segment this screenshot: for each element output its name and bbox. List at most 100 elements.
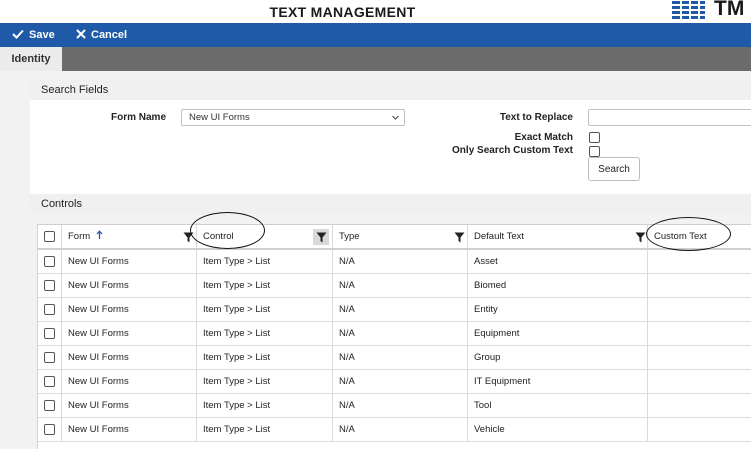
row-select-cell bbox=[38, 370, 62, 393]
cell-default-text: Asset bbox=[468, 250, 648, 273]
cell-type: N/A bbox=[333, 394, 468, 417]
form-name-select[interactable]: New UI Forms bbox=[181, 109, 405, 126]
column-header-control[interactable]: Control bbox=[197, 225, 333, 248]
cell-custom-text[interactable] bbox=[648, 418, 751, 441]
cell-default-text: Equipment bbox=[468, 322, 648, 345]
cell-custom-text[interactable] bbox=[648, 394, 751, 417]
table-row[interactable]: New UI Forms Item Type > List N/A Biomed bbox=[38, 274, 751, 298]
row-select-cell bbox=[38, 346, 62, 369]
row-select-cell bbox=[38, 298, 62, 321]
save-button-label: Save bbox=[29, 29, 55, 41]
cell-control: Item Type > List bbox=[197, 298, 333, 321]
title-bar: TEXT MANAGEMENT TM bbox=[0, 0, 751, 23]
cell-type: N/A bbox=[333, 418, 468, 441]
row-checkbox[interactable] bbox=[44, 400, 55, 411]
left-gutter bbox=[0, 71, 30, 449]
search-fields-header: Search Fields bbox=[30, 80, 751, 100]
row-checkbox[interactable] bbox=[44, 256, 55, 267]
cell-default-text: Vehicle bbox=[468, 418, 648, 441]
cell-type: N/A bbox=[333, 274, 468, 297]
cell-type: N/A bbox=[333, 250, 468, 273]
cell-default-text: IT Equipment bbox=[468, 370, 648, 393]
cell-default-text: Biomed bbox=[468, 274, 648, 297]
column-header-form-label: Form bbox=[68, 231, 91, 242]
funnel-icon[interactable] bbox=[635, 232, 646, 243]
row-select-cell bbox=[38, 274, 62, 297]
cancel-button-label: Cancel bbox=[91, 29, 128, 41]
cell-custom-text[interactable] bbox=[648, 322, 751, 345]
table-row[interactable]: New UI Forms Item Type > List N/A Group bbox=[38, 346, 751, 370]
column-header-form[interactable]: Form bbox=[62, 225, 197, 248]
action-toolbar: Save Cancel bbox=[0, 23, 751, 47]
column-header-type[interactable]: Type bbox=[333, 225, 468, 248]
cell-custom-text[interactable] bbox=[648, 250, 751, 273]
form-name-label: Form Name bbox=[110, 112, 166, 123]
row-checkbox[interactable] bbox=[44, 280, 55, 291]
controls-grid: Form Control Type Default Text Custom Te… bbox=[37, 224, 751, 449]
cell-default-text: Entity bbox=[468, 298, 648, 321]
cell-type: N/A bbox=[333, 346, 468, 369]
cell-control: Item Type > List bbox=[197, 250, 333, 273]
page-title: TEXT MANAGEMENT bbox=[269, 4, 416, 20]
funnel-icon[interactable] bbox=[454, 232, 465, 243]
cell-form: New UI Forms bbox=[62, 418, 197, 441]
table-row[interactable]: New UI Forms Item Type > List N/A Vehicle bbox=[38, 418, 751, 442]
save-button[interactable]: Save bbox=[12, 23, 55, 47]
cell-form: New UI Forms bbox=[62, 370, 197, 393]
controls-header: Controls bbox=[30, 194, 751, 214]
row-select-cell bbox=[38, 322, 62, 345]
table-row[interactable]: New UI Forms Item Type > List N/A Asset bbox=[38, 250, 751, 274]
table-row[interactable]: New UI Forms Item Type > List N/A Tool bbox=[38, 394, 751, 418]
cell-control: Item Type > List bbox=[197, 394, 333, 417]
cell-control: Item Type > List bbox=[197, 322, 333, 345]
cell-type: N/A bbox=[333, 298, 468, 321]
logo-text: TM bbox=[714, 0, 745, 20]
cell-control: Item Type > List bbox=[197, 274, 333, 297]
funnel-icon[interactable] bbox=[313, 229, 329, 245]
exact-match-checkbox[interactable] bbox=[589, 132, 600, 143]
select-all-cell bbox=[38, 225, 62, 248]
cell-default-text: Tool bbox=[468, 394, 648, 417]
funnel-icon[interactable] bbox=[183, 232, 194, 243]
cancel-button[interactable]: Cancel bbox=[76, 23, 127, 47]
row-checkbox[interactable] bbox=[44, 376, 55, 387]
cell-custom-text[interactable] bbox=[648, 298, 751, 321]
cell-form: New UI Forms bbox=[62, 298, 197, 321]
column-header-default-text[interactable]: Default Text bbox=[468, 225, 648, 248]
row-checkbox[interactable] bbox=[44, 304, 55, 315]
select-all-checkbox[interactable] bbox=[44, 231, 55, 242]
row-checkbox[interactable] bbox=[44, 328, 55, 339]
only-custom-text-checkbox[interactable] bbox=[589, 146, 600, 157]
row-checkbox[interactable] bbox=[44, 424, 55, 435]
cell-control: Item Type > List bbox=[197, 418, 333, 441]
column-header-type-label: Type bbox=[339, 231, 360, 242]
row-select-cell bbox=[38, 394, 62, 417]
chevron-down-icon bbox=[391, 113, 400, 125]
cell-control: Item Type > List bbox=[197, 346, 333, 369]
row-select-cell bbox=[38, 250, 62, 273]
tab-identity[interactable]: Identity bbox=[0, 47, 62, 71]
tab-bar: Identity bbox=[0, 47, 751, 71]
cell-custom-text[interactable] bbox=[648, 274, 751, 297]
row-checkbox[interactable] bbox=[44, 352, 55, 363]
cell-custom-text[interactable] bbox=[648, 346, 751, 369]
table-row[interactable]: New UI Forms Item Type > List N/A IT Equipm… bbox=[38, 370, 751, 394]
cell-form: New UI Forms bbox=[62, 346, 197, 369]
arrow-up-icon[interactable] bbox=[96, 230, 103, 243]
brand-logo: TM bbox=[672, 0, 751, 22]
grid-header-row: Form Control Type Default Text Custom Te… bbox=[38, 224, 751, 250]
checkmark-icon bbox=[12, 29, 29, 42]
search-button[interactable]: Search bbox=[588, 157, 640, 181]
text-to-replace-label: Text to Replace bbox=[499, 112, 573, 123]
text-to-replace-input[interactable] bbox=[588, 109, 751, 126]
cell-form: New UI Forms bbox=[62, 250, 197, 273]
cell-type: N/A bbox=[333, 370, 468, 393]
column-header-custom-text[interactable]: Custom Text bbox=[648, 225, 751, 248]
column-header-control-label: Control bbox=[203, 231, 234, 242]
column-header-custom-text-label: Custom Text bbox=[654, 231, 707, 242]
table-row[interactable]: New UI Forms Item Type > List N/A Equipment bbox=[38, 322, 751, 346]
cell-form: New UI Forms bbox=[62, 394, 197, 417]
cell-custom-text[interactable] bbox=[648, 370, 751, 393]
table-row[interactable]: New UI Forms Item Type > List N/A Entity bbox=[38, 298, 751, 322]
x-icon bbox=[76, 28, 91, 42]
